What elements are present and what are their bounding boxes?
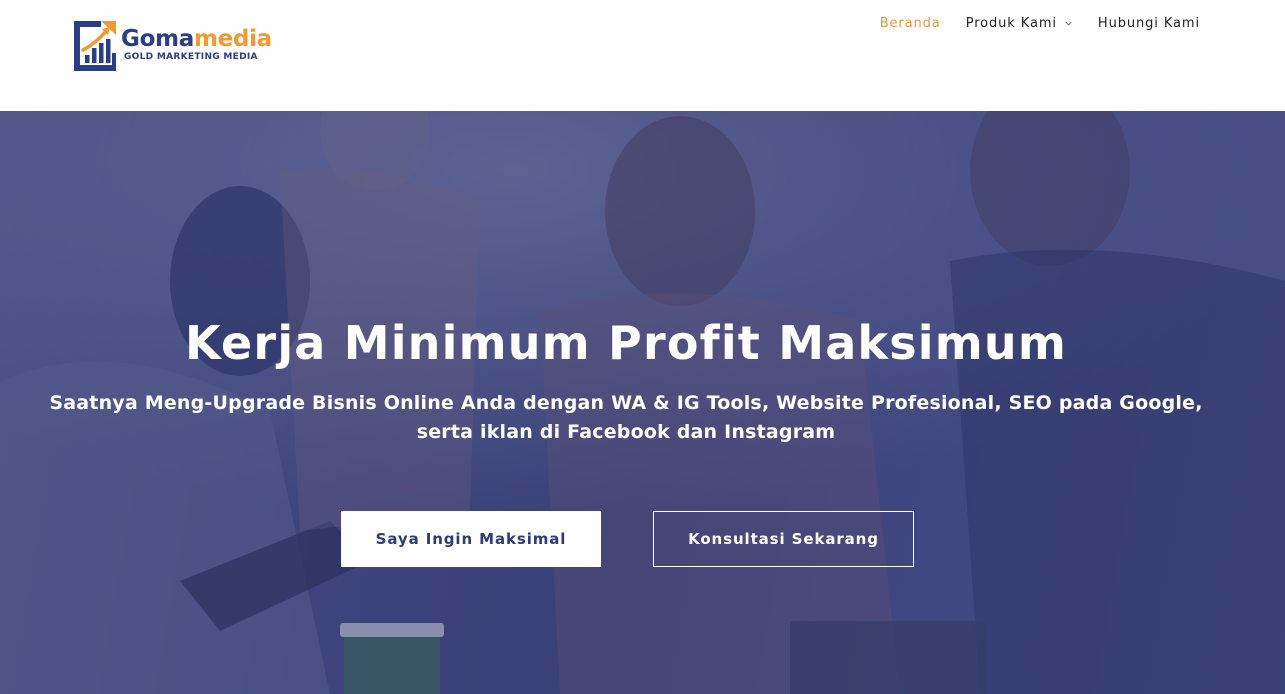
hero-section: Kerja Minimum Profit Maksimum Saatnya Me… (0, 111, 1285, 694)
logo-tagline: GOLD MARKETING MEDIA (124, 52, 258, 62)
site-logo[interactable]: Gomamedia GOLD MARKETING MEDIA (72, 17, 272, 73)
nav-item-produk-kami[interactable]: Produk Kami (966, 16, 1073, 31)
hero-subtitle: Saatnya Meng-Upgrade Bisnis Online Anda … (49, 392, 1203, 443)
site-header: Gomamedia GOLD MARKETING MEDIA Beranda P… (0, 0, 1285, 111)
nav-item-label: Hubungi Kami (1097, 16, 1200, 31)
konsultasi-sekarang-button[interactable]: Konsultasi Sekarang (653, 511, 914, 567)
saya-ingin-maksimal-button[interactable]: Saya Ingin Maksimal (341, 511, 601, 567)
nav-item-hubungi-kami[interactable]: Hubungi Kami (1098, 16, 1200, 31)
logo-name-part2: media (193, 26, 272, 52)
hero-title: Kerja Minimum Profit Maksimum (185, 316, 1067, 370)
main-nav: Beranda Produk Kami Hubungi Kami (880, 16, 1200, 31)
logo-name-part1: Goma (121, 26, 194, 52)
nav-item-label: Beranda (879, 16, 941, 31)
logo-text: Gomamedia GOLD MARKETING MEDIA (121, 26, 272, 62)
chevron-down-icon (1065, 21, 1072, 26)
nav-item-beranda[interactable]: Beranda (880, 16, 941, 31)
logo-name: Gomamedia (121, 26, 272, 52)
logo-chart-icon (74, 21, 116, 71)
nav-item-label: Produk Kami (965, 16, 1057, 31)
